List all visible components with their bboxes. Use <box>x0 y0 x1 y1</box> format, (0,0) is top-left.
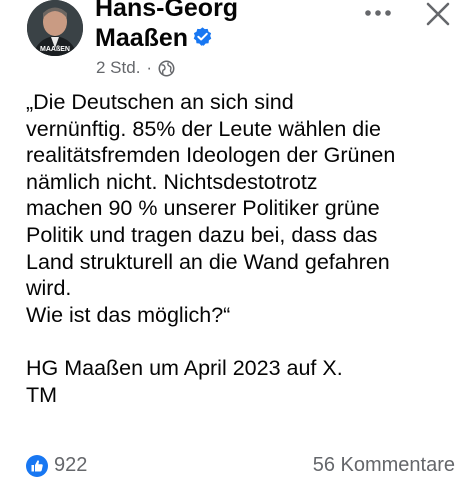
avatar-image: MAAßEN <box>27 0 83 56</box>
verified-badge-icon <box>193 27 212 46</box>
post-text-line: nämlich nicht. Nichtsdestotrotz <box>26 169 318 194</box>
post-text-line: HG Maaßen um April 2023 auf X. <box>26 355 343 380</box>
post-text-line: Politik und tragen dazu bei, dass das <box>26 222 378 247</box>
post-text-line: wird. <box>26 276 72 301</box>
post-text-line: Land strukturell an die Wand gefahren <box>26 249 390 274</box>
post-text-line: „Die Deutschen an sich sind <box>26 90 294 114</box>
post-body-text: „Die Deutschen an sich sind vernünftig. … <box>26 89 470 408</box>
close-icon <box>426 2 450 26</box>
author-name-line2[interactable]: Maaßen <box>95 24 188 52</box>
post-text-line: TM <box>26 382 58 407</box>
reaction-count[interactable]: 922 <box>54 454 87 477</box>
close-button[interactable] <box>424 0 452 28</box>
post-text-line: realitätsfremden Ideologen der Grünen <box>26 143 396 168</box>
post-text-line: Wie ist das möglich?“ <box>26 302 231 327</box>
avatar-logo-text: MAAßEN <box>40 46 70 53</box>
globe-icon <box>158 60 175 76</box>
comments-count-link[interactable]: 56 Kommentare <box>313 454 455 477</box>
post-timestamp[interactable]: 2 Std. <box>96 57 140 79</box>
post-text-line: vernünftig. 85% der Leute wählen die <box>26 116 381 141</box>
facebook-post: MAAßEN Hans-Georg Maaßen 2 Std. · „Die D… <box>0 0 474 493</box>
post-text-line: machen 90 % unserer Politiker grüne <box>26 196 380 221</box>
more-options-button[interactable] <box>360 2 396 24</box>
meta-separator: · <box>146 58 153 77</box>
like-icon <box>26 454 48 477</box>
author-name[interactable]: Hans-Georg Maaßen <box>95 0 345 53</box>
post-meta: 2 Std. · <box>96 57 175 79</box>
post-text-blank-line <box>26 328 470 355</box>
author-name-line1[interactable]: Hans-Georg <box>95 0 238 22</box>
avatar[interactable]: MAAßEN <box>27 0 83 56</box>
reactions-summary[interactable]: 922 <box>26 454 87 477</box>
more-dots-icon <box>365 10 391 16</box>
